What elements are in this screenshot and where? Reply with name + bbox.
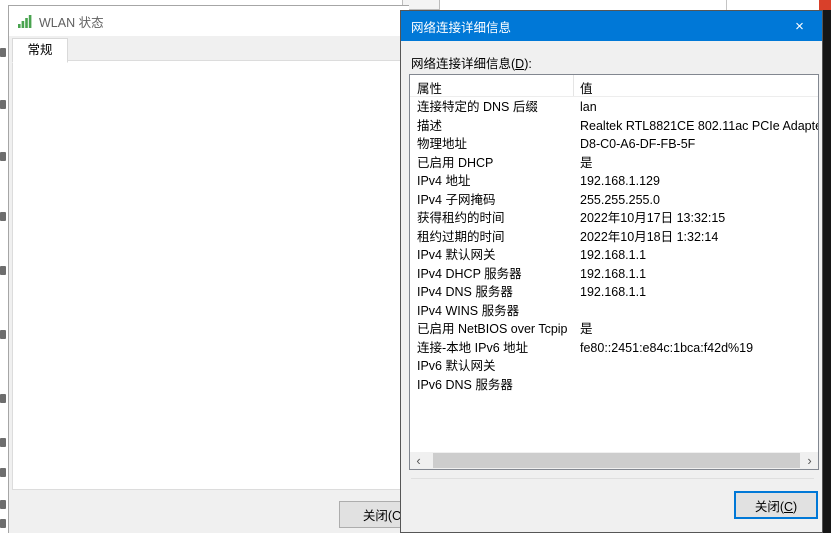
detail-row[interactable]: 物理地址D8-C0-A6-DF-FB-5F	[410, 135, 818, 154]
background-close-button-fragment	[819, 0, 831, 10]
details-dialog-title: 网络连接详细信息	[411, 17, 511, 36]
desktop-dark-edge	[823, 0, 831, 533]
wlan-close-button[interactable]: 关闭(C	[339, 501, 409, 528]
details-listview[interactable]: 属性 值 连接特定的 DNS 后缀lan 描述Realtek RTL8821CE…	[409, 74, 819, 470]
details-list-label: 网络连接详细信息(D):	[411, 53, 532, 72]
horizontal-scrollbar[interactable]: ‹ ›	[410, 452, 818, 469]
detail-row[interactable]: IPv4 地址192.168.1.129	[410, 172, 818, 191]
detail-row[interactable]: IPv4 DHCP 服务器192.168.1.1	[410, 265, 818, 284]
wifi-signal-icon	[18, 14, 32, 28]
listview-header[interactable]: 属性 值	[410, 75, 818, 97]
listview-rows: 连接特定的 DNS 后缀lan 描述Realtek RTL8821CE 802.…	[410, 98, 818, 394]
detail-row[interactable]: 租约过期的时间2022年10月18日 1:32:14	[410, 228, 818, 247]
tab-general[interactable]: 常规	[12, 38, 68, 63]
network-details-dialog: 网络连接详细信息 × 网络连接详细信息(D): 属性 值 连接特定的 DNS 后…	[400, 10, 823, 533]
detail-row[interactable]: 连接特定的 DNS 后缀lan	[410, 98, 818, 117]
column-property[interactable]: 属性	[417, 78, 442, 97]
detail-row[interactable]: 连接-本地 IPv6 地址fe80::2451:e84c:1bca:f42d%1…	[410, 339, 818, 358]
close-icon[interactable]: ×	[777, 11, 822, 41]
details-titlebar[interactable]: 网络连接详细信息 ×	[401, 11, 822, 41]
background-window-divider-fragment	[726, 0, 727, 10]
wlan-status-dialog: WLAN 状态 常规 连接 IPv4 连接: Internet IPv6 连接:…	[8, 5, 409, 533]
scroll-left-icon[interactable]: ‹	[410, 452, 427, 469]
detail-row[interactable]: IPv4 WINS 服务器	[410, 302, 818, 321]
detail-row[interactable]: IPv4 默认网关192.168.1.1	[410, 246, 818, 265]
scroll-right-icon[interactable]: ›	[801, 452, 818, 469]
details-close-button[interactable]: 关闭(C)	[734, 491, 818, 519]
column-divider[interactable]	[573, 75, 574, 96]
detail-row[interactable]: IPv6 DNS 服务器	[410, 376, 818, 395]
screen: WLAN 状态 常规 连接 IPv4 连接: Internet IPv6 连接:…	[0, 0, 831, 533]
wlan-titlebar[interactable]: WLAN 状态	[9, 6, 409, 36]
wlan-tab-page	[12, 60, 409, 490]
detail-row[interactable]: IPv4 DNS 服务器192.168.1.1	[410, 283, 818, 302]
footer-divider	[411, 478, 814, 479]
scrollbar-thumb[interactable]	[433, 453, 800, 468]
detail-row[interactable]: IPv6 默认网关	[410, 357, 818, 376]
column-value[interactable]: 值	[580, 78, 593, 97]
wlan-dialog-title: WLAN 状态	[39, 12, 104, 31]
detail-row[interactable]: IPv4 子网掩码255.255.255.0	[410, 191, 818, 210]
detail-row[interactable]: 已启用 DHCP是	[410, 154, 818, 173]
detail-row[interactable]: 描述Realtek RTL8821CE 802.11ac PCIe Adapte…	[410, 117, 818, 136]
detail-row[interactable]: 已启用 NetBIOS over Tcpip是	[410, 320, 818, 339]
detail-row[interactable]: 获得租约的时间2022年10月17日 13:32:15	[410, 209, 818, 228]
